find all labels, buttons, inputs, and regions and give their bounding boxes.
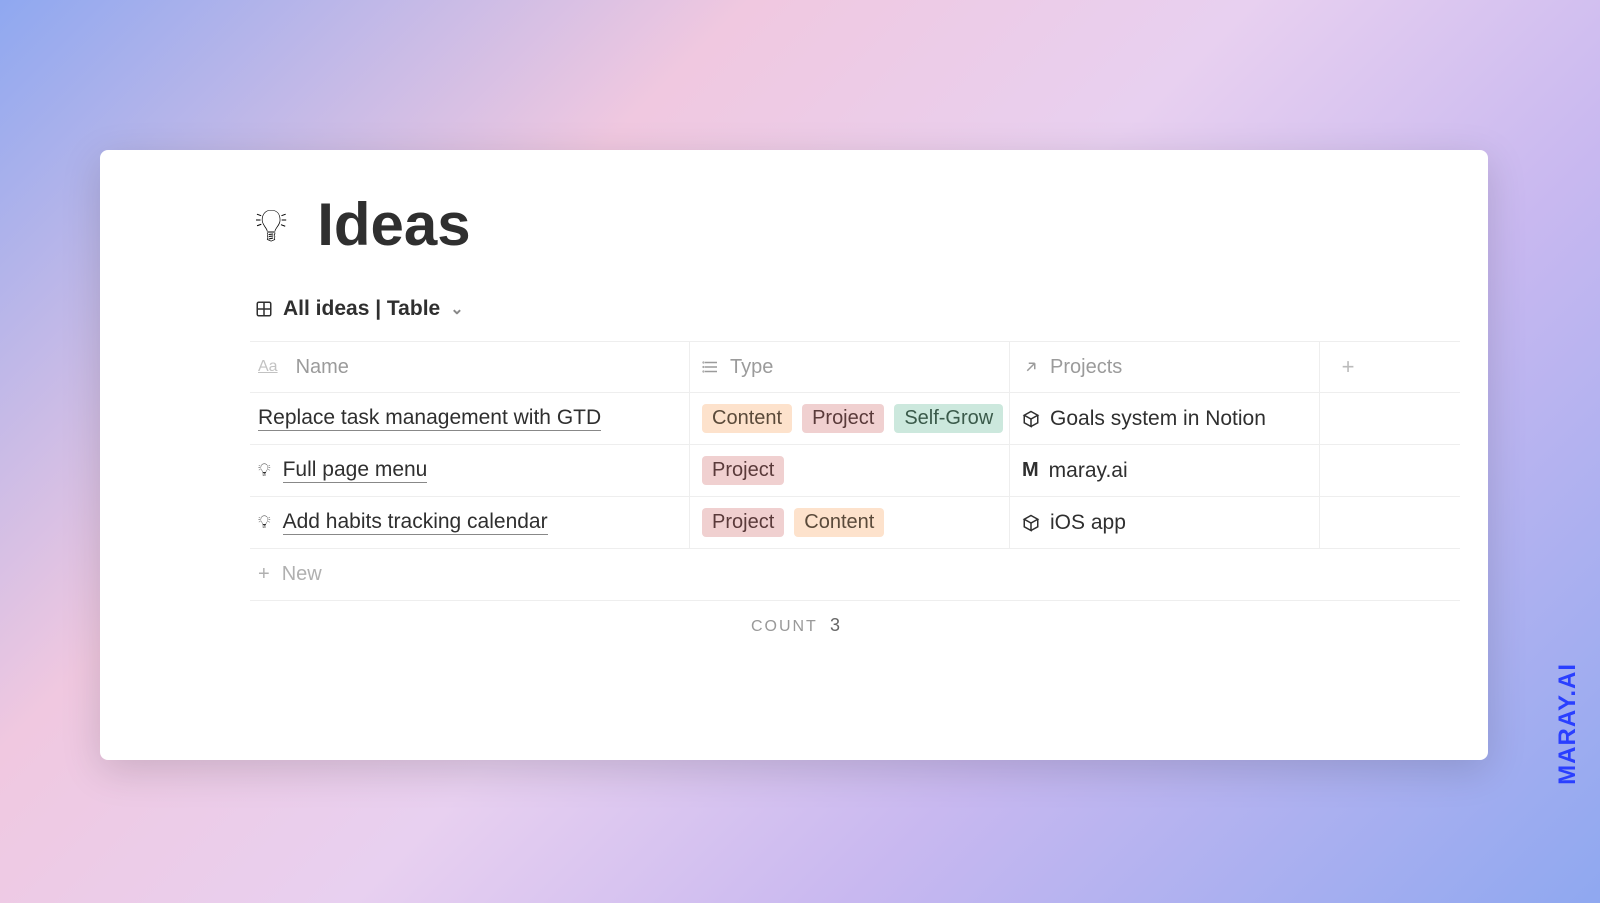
tag-project: Project — [802, 404, 884, 433]
database-card: 💡︎ Ideas All ideas | Table ⌄ Aa Name Typ… — [100, 150, 1488, 760]
column-header-projects[interactable]: Projects — [1010, 342, 1320, 392]
row-title: Add habits tracking calendar — [283, 510, 548, 535]
cell-projects[interactable]: iOS app — [1010, 497, 1320, 548]
lightbulb-icon: 💡︎ — [258, 512, 271, 533]
lightbulb-icon: 💡︎ — [258, 460, 271, 481]
cell-projects[interactable]: Goals system in Notion — [1010, 393, 1320, 444]
watermark: MARAY.AI — [1554, 663, 1582, 785]
plus-icon: + — [1342, 354, 1355, 380]
tag-content: Content — [794, 508, 884, 537]
new-row-button[interactable]: + New — [250, 549, 1460, 601]
cell-type[interactable]: Content Project Self-Grow — [690, 393, 1010, 444]
cell-type[interactable]: Project Content — [690, 497, 1010, 548]
column-header-type[interactable]: Type — [690, 342, 1010, 392]
page-title: Ideas — [317, 190, 470, 259]
row-title: Replace task management with GTD — [258, 406, 601, 431]
chevron-down-icon: ⌄ — [450, 299, 463, 319]
page-header: 💡︎ Ideas — [100, 190, 1488, 259]
project-label: maray.ai — [1049, 459, 1128, 483]
new-row-label: New — [282, 563, 322, 586]
cell-name[interactable]: 💡︎ Add habits tracking calendar — [250, 497, 690, 548]
m-logo-icon: M — [1022, 459, 1039, 482]
lightbulb-icon: 💡︎ — [255, 202, 287, 248]
multiselect-icon — [702, 358, 720, 376]
table-row[interactable]: 💡︎ Add habits tracking calendar Project Con… — [250, 497, 1460, 549]
add-column-button[interactable]: + — [1320, 354, 1376, 380]
cube-icon — [1022, 514, 1040, 532]
project-label: Goals system in Notion — [1050, 407, 1266, 431]
cell-projects[interactable]: Mmaray.ai — [1010, 445, 1320, 496]
project-label: iOS app — [1050, 511, 1126, 535]
tag-project: Project — [702, 456, 784, 485]
tag-selfgrow: Self-Grow — [894, 404, 1003, 433]
tag-project: Project — [702, 508, 784, 537]
title-property-icon: Aa — [258, 358, 278, 376]
table-header: Aa Name Type Projects + — [250, 341, 1460, 393]
view-label: All ideas | Table — [283, 297, 440, 321]
plus-icon: + — [258, 563, 270, 586]
column-header-name[interactable]: Aa Name — [250, 342, 690, 392]
cube-icon — [1022, 410, 1040, 428]
table-row[interactable]: 💡︎ Full page menu Project Mmaray.ai — [250, 445, 1460, 497]
tag-content: Content — [702, 404, 792, 433]
table-row[interactable]: Replace task management with GTD Content P… — [250, 393, 1460, 445]
ideas-table: Aa Name Type Projects + Replace task man… — [250, 341, 1460, 549]
table-footer: COUNT 3 — [250, 601, 840, 636]
row-title: Full page menu — [283, 458, 428, 483]
table-icon — [255, 300, 273, 318]
cell-name[interactable]: Replace task management with GTD — [250, 393, 690, 444]
cell-name[interactable]: 💡︎ Full page menu — [250, 445, 690, 496]
count-value: 3 — [830, 615, 840, 635]
cell-type[interactable]: Project — [690, 445, 1010, 496]
view-switcher[interactable]: All ideas | Table ⌄ — [100, 297, 1488, 321]
count-label: COUNT — [751, 618, 818, 635]
relation-icon — [1022, 358, 1040, 376]
